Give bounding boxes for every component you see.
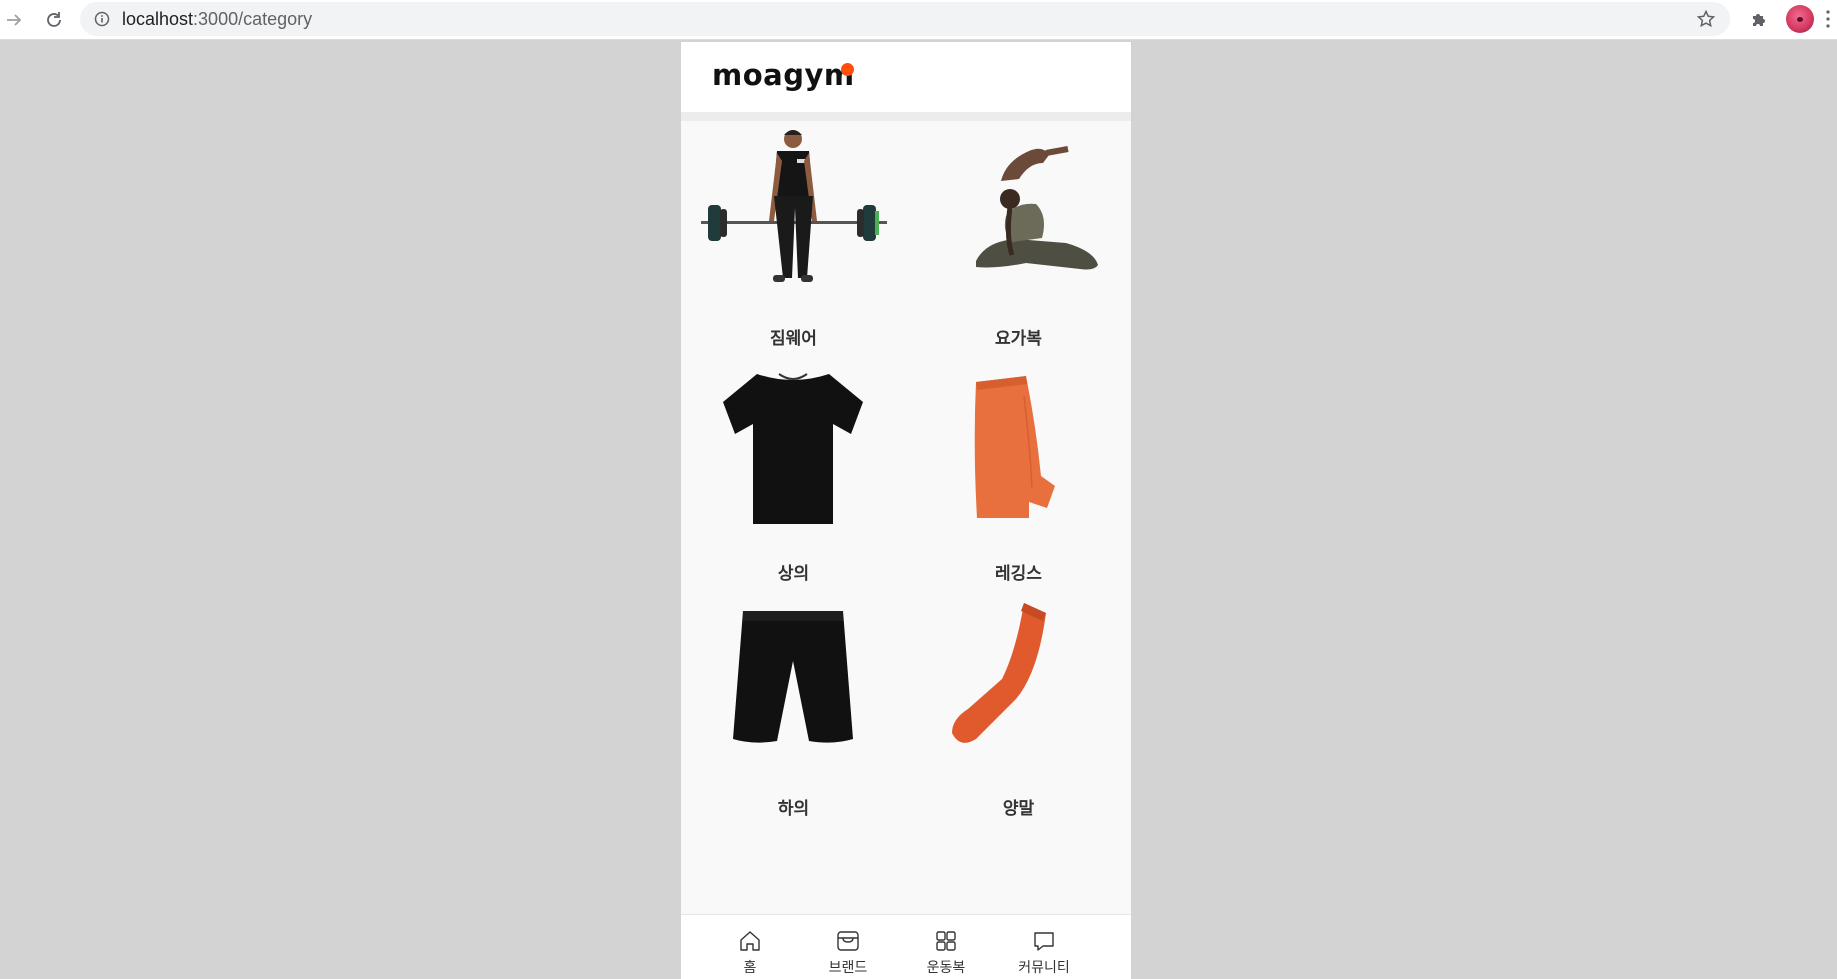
category-label: 레깅스 <box>995 564 1042 584</box>
chat-bubble-icon <box>1034 932 1054 951</box>
url-host: localhost <box>122 9 194 29</box>
app-header: moagym <box>681 42 1131 112</box>
category-label: 요가복 <box>995 329 1042 349</box>
logo[interactable]: moagym <box>712 58 855 92</box>
home-icon <box>740 931 760 951</box>
more-menu-icon[interactable] <box>1826 10 1830 28</box>
category-label: 양말 <box>1002 799 1035 819</box>
category-item-yogawear[interactable]: 요가복 <box>906 121 1131 356</box>
bookmark-star-icon[interactable] <box>1696 9 1716 33</box>
tab-label: 운동복 <box>926 960 966 976</box>
app-frame: moagym 짐웨어 요가복 상의 레깅스 하의 양말 홈 브랜드 운동복 커뮤… <box>681 42 1131 979</box>
tab-brand[interactable]: 브랜드 <box>799 915 897 979</box>
bottom-tabbar: 홈 브랜드 운동복 커뮤니티 <box>681 914 1131 979</box>
black-shorts-image <box>733 611 853 743</box>
orange-sock-image <box>952 603 1046 743</box>
tab-label: 브랜드 <box>828 960 868 976</box>
reload-icon[interactable] <box>40 6 68 34</box>
tab-label: 홈 <box>743 960 757 976</box>
address-bar[interactable]: localhost:3000/category <box>80 2 1730 36</box>
orange-leggings-image <box>974 376 1055 518</box>
tab-label: 커뮤니티 <box>1018 960 1070 976</box>
back-arrow-icon[interactable] <box>0 6 28 34</box>
woman-yoga-image <box>976 146 1098 270</box>
grid-icon <box>936 931 956 951</box>
tab-community[interactable]: 커뮤니티 <box>995 915 1093 979</box>
site-info-icon[interactable] <box>94 11 110 31</box>
tab-home[interactable]: 홈 <box>701 915 799 979</box>
extensions-puzzle-icon[interactable] <box>1745 6 1773 34</box>
browser-toolbar: localhost:3000/category <box>0 0 1837 40</box>
store-icon <box>837 931 859 951</box>
url-path: :3000/category <box>193 9 313 29</box>
black-tshirt-image <box>723 373 863 524</box>
man-deadlift-image <box>701 130 887 282</box>
category-item-bottoms[interactable]: 하의 <box>681 591 906 826</box>
url-text: localhost:3000/category <box>122 9 312 30</box>
logo-dot <box>841 63 854 76</box>
profile-avatar[interactable] <box>1786 5 1814 33</box>
category-label: 짐웨어 <box>770 329 817 349</box>
header-divider <box>681 112 1131 121</box>
category-item-socks[interactable]: 양말 <box>906 591 1131 826</box>
category-item-tops[interactable]: 상의 <box>681 356 906 591</box>
category-label: 하의 <box>777 799 810 819</box>
category-label: 상의 <box>777 564 810 584</box>
tab-sportswear[interactable]: 운동복 <box>897 915 995 979</box>
category-item-gymwear[interactable]: 짐웨어 <box>681 121 906 356</box>
category-item-leggings[interactable]: 레깅스 <box>906 356 1131 591</box>
